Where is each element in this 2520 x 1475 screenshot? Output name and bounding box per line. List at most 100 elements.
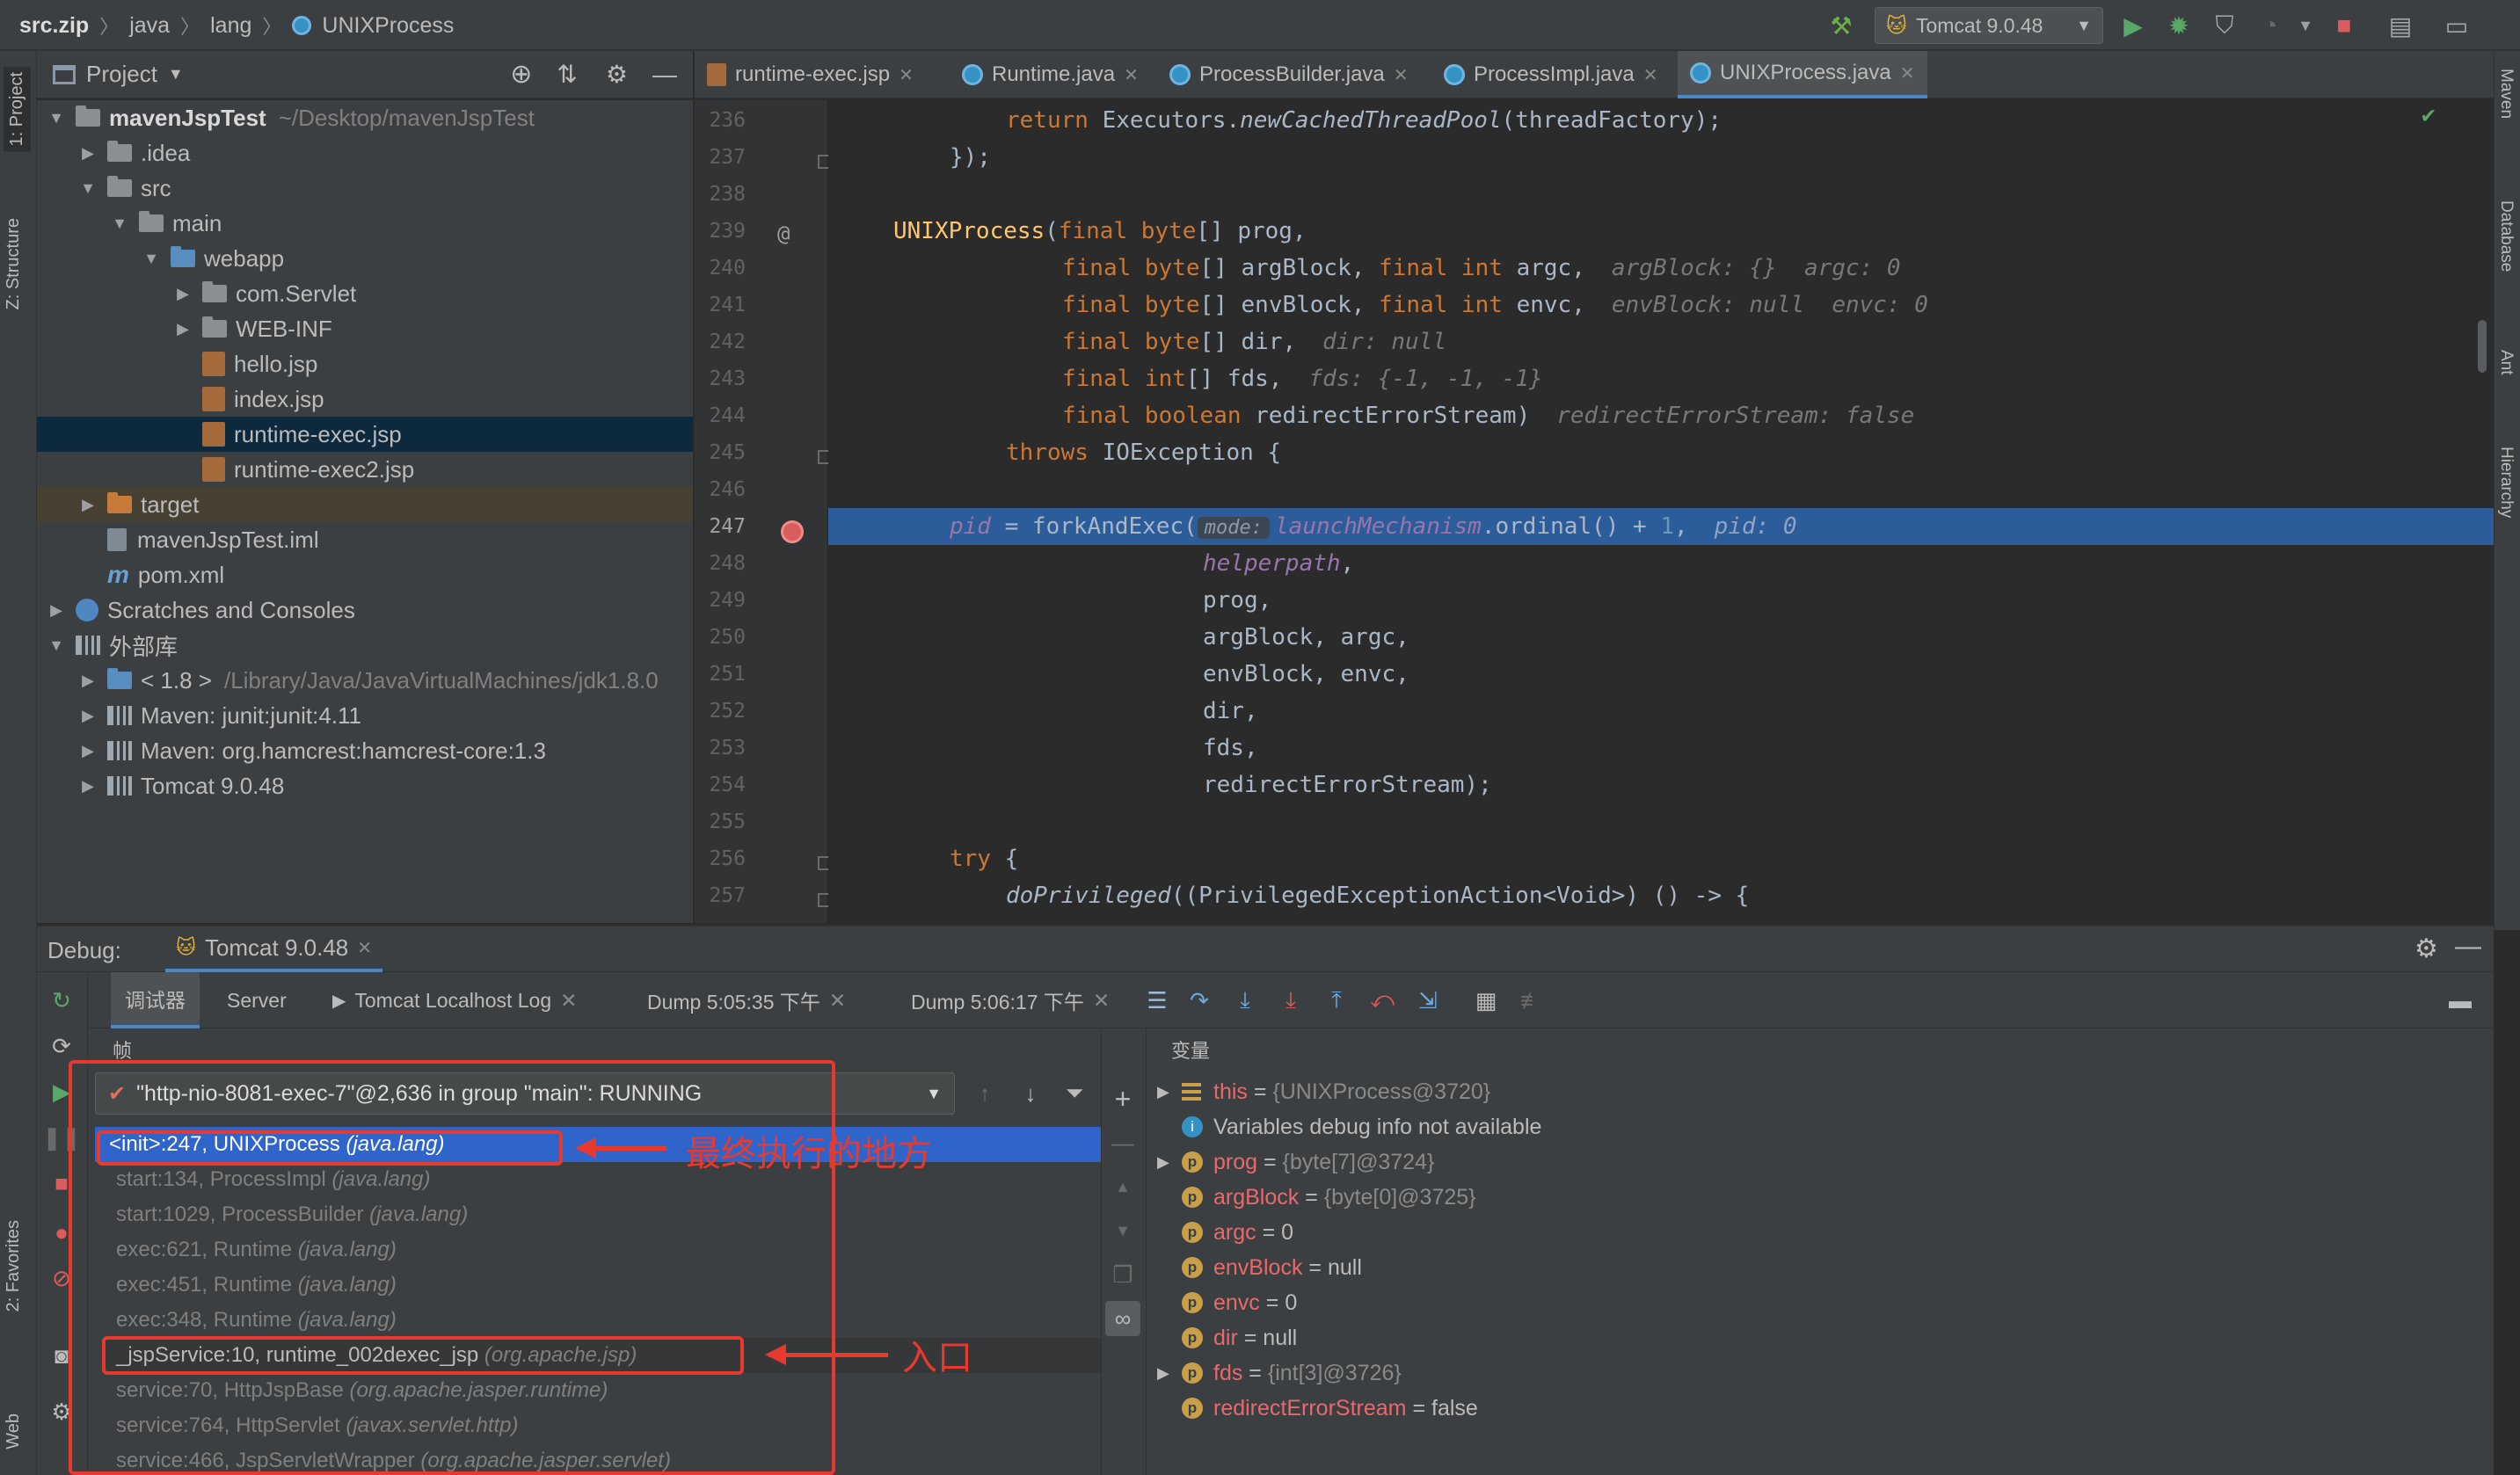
- tab-dump-1[interactable]: Dump 5:05:35 下午 ✕: [635, 972, 858, 1028]
- move-down-icon[interactable]: ▼: [1105, 1213, 1140, 1248]
- collapse-all-icon[interactable]: ⇅: [557, 60, 577, 89]
- filter-icon[interactable]: ⏷: [1057, 1076, 1092, 1111]
- profile-icon[interactable]: ◔: [2251, 7, 2290, 44]
- tree-item-hamcrest[interactable]: ▶ Maven: org.hamcrest:hamcrest-core:1.3: [37, 733, 693, 768]
- close-icon[interactable]: ✕: [1643, 64, 1658, 86]
- variable-row[interactable]: p argc = 0: [1182, 1215, 1293, 1250]
- tab-runtime-exec-jsp[interactable]: runtime-exec.jsp ✕: [695, 51, 926, 98]
- evaluate-expression-icon[interactable]: ▦: [1468, 983, 1504, 1018]
- run-icon[interactable]: ▶: [2114, 7, 2152, 44]
- step-over-icon[interactable]: ↷: [1182, 983, 1217, 1018]
- tree-item-scratches[interactable]: ▶ Scratches and Consoles: [37, 592, 693, 628]
- chevron-down-icon[interactable]: ▼: [168, 65, 184, 84]
- tab-tomcat-localhost-log[interactable]: ▶ Tomcat Localhost Log ✕: [320, 972, 589, 1028]
- tool-tab-database[interactable]: Database: [2496, 200, 2516, 272]
- tab-dump-2[interactable]: Dump 5:06:17 下午 ✕: [899, 972, 1122, 1028]
- tree-item-webapp[interactable]: ▼ webapp: [37, 241, 693, 276]
- tab-processbuilder-java[interactable]: ProcessBuilder.java ✕: [1157, 51, 1421, 98]
- expand-down-icon[interactable]: ▼: [141, 250, 162, 268]
- tab-unixprocess-java[interactable]: UNIXProcess.java ✕: [1678, 51, 1927, 98]
- close-icon[interactable]: ✕: [1124, 64, 1139, 86]
- tool-tab-hierarchy[interactable]: Hierarchy: [2496, 447, 2516, 518]
- inspection-ok-check-icon[interactable]: ✔: [2422, 102, 2436, 128]
- expand-right-icon[interactable]: ▶: [1157, 1364, 1182, 1383]
- variable-row[interactable]: ▶ p prog = {byte[7]@3724}: [1157, 1144, 1434, 1180]
- locate-target-icon[interactable]: ⊕: [510, 59, 532, 90]
- close-icon[interactable]: ✕: [829, 989, 846, 1013]
- debug-bug-icon[interactable]: ✹: [2159, 7, 2198, 44]
- expand-right-icon[interactable]: ▶: [77, 496, 98, 514]
- move-up-icon[interactable]: ▲: [1105, 1169, 1140, 1204]
- drop-frame-icon[interactable]: ⤺: [1365, 983, 1400, 1018]
- expand-down-icon[interactable]: ▼: [77, 179, 98, 198]
- tree-item-junit[interactable]: ▶ Maven: junit:junit:4.11: [37, 698, 693, 733]
- refresh-icon[interactable]: ⟳: [44, 1028, 79, 1064]
- expand-right-icon[interactable]: ▶: [46, 601, 67, 620]
- show-watches-icon[interactable]: ∞: [1105, 1301, 1140, 1336]
- expand-down-icon[interactable]: ▼: [109, 214, 130, 233]
- tree-item-idea[interactable]: ▶ .idea: [37, 135, 693, 171]
- close-icon[interactable]: ✕: [1093, 989, 1110, 1013]
- breakpoint-icon[interactable]: [781, 520, 804, 543]
- build-hammer-icon[interactable]: ⚒: [1822, 7, 1861, 44]
- run-to-cursor-icon[interactable]: ⇲: [1410, 983, 1446, 1018]
- copy-icon[interactable]: ❐: [1105, 1257, 1140, 1292]
- close-icon[interactable]: ✕: [1394, 64, 1409, 86]
- minimize-icon[interactable]: —: [652, 61, 677, 89]
- variable-row[interactable]: p envc = 0: [1182, 1285, 1297, 1320]
- editor-scrollbar-thumb[interactable]: [2478, 320, 2487, 373]
- gear-icon[interactable]: ⚙: [2414, 934, 2438, 964]
- arrow-down-icon[interactable]: ↓: [1013, 1076, 1048, 1111]
- presentation-icon[interactable]: ▭: [2437, 7, 2476, 44]
- tree-item-iml[interactable]: mavenJspTest.iml: [37, 522, 693, 557]
- code-editor[interactable]: return Executors.newCachedThreadPool(thr…: [828, 100, 2494, 923]
- tool-tab-structure[interactable]: Z: Structure: [4, 218, 24, 309]
- arrow-up-icon[interactable]: ↑: [967, 1076, 1002, 1111]
- project-structure-icon[interactable]: ▤: [2381, 7, 2420, 44]
- tree-item-index-jsp[interactable]: index.jsp: [37, 381, 693, 417]
- close-icon[interactable]: ✕: [560, 989, 577, 1013]
- tree-item-hello-jsp[interactable]: hello.jsp: [37, 346, 693, 381]
- tab-server[interactable]: Server: [215, 972, 299, 1028]
- tree-item-jdk[interactable]: ▶ < 1.8 > /Library/Java/JavaVirtualMachi…: [37, 663, 693, 698]
- gear-icon[interactable]: ⚙: [606, 60, 628, 89]
- debug-session-tab[interactable]: 🐱 Tomcat 9.0.48 ✕: [165, 926, 383, 972]
- step-out-icon[interactable]: ⤒: [1319, 983, 1354, 1018]
- tool-tab-ant[interactable]: Ant: [2496, 350, 2516, 375]
- tree-item-runtime-exec2-jsp[interactable]: runtime-exec2.jsp: [37, 452, 693, 487]
- tree-item-external-libs[interactable]: ▼ 外部库: [37, 628, 693, 663]
- variable-row[interactable]: p redirectErrorStream = false: [1182, 1391, 1478, 1426]
- tool-tab-project[interactable]: 1: Project: [4, 67, 31, 152]
- variable-row[interactable]: p envBlock = null: [1182, 1250, 1362, 1285]
- breadcrumb-item[interactable]: java: [129, 13, 170, 39]
- tree-item-root[interactable]: ▼ mavenJspTest ~/Desktop/mavenJspTest: [37, 100, 693, 135]
- expand-right-icon[interactable]: ▶: [77, 777, 98, 796]
- tree-item-main[interactable]: ▼ main: [37, 206, 693, 241]
- expand-right-icon[interactable]: ▶: [77, 672, 98, 690]
- expand-right-icon[interactable]: ▶: [1157, 1153, 1182, 1172]
- expand-right-icon[interactable]: ▶: [77, 742, 98, 760]
- chevron-down-icon[interactable]: ▼: [2286, 7, 2325, 44]
- coverage-icon[interactable]: ⛉: [2205, 7, 2244, 44]
- expand-right-icon[interactable]: ▶: [1157, 1083, 1182, 1101]
- tool-tab-favorites[interactable]: 2: Favorites: [4, 1220, 24, 1312]
- close-icon[interactable]: ✕: [899, 64, 914, 86]
- close-icon[interactable]: ✕: [357, 937, 372, 959]
- expand-right-icon[interactable]: ▶: [77, 707, 98, 725]
- tree-item-runtime-exec-jsp[interactable]: runtime-exec.jsp: [37, 417, 693, 452]
- close-icon[interactable]: ✕: [1900, 62, 1915, 84]
- restore-layout-icon[interactable]: ▬: [2443, 983, 2478, 1018]
- expand-right-icon[interactable]: ▶: [172, 285, 193, 303]
- expand-right-icon[interactable]: ▶: [172, 320, 193, 338]
- variable-row[interactable]: p argBlock = {byte[0]@3725}: [1182, 1180, 1476, 1215]
- tree-item-com-servlet[interactable]: ▶ com.Servlet: [37, 276, 693, 311]
- tool-tab-web[interactable]: Web: [4, 1413, 24, 1450]
- tab-debugger[interactable]: 调试器: [111, 972, 200, 1028]
- add-watch-icon[interactable]: +: [1105, 1081, 1140, 1116]
- tree-item-pom[interactable]: m pom.xml: [37, 557, 693, 592]
- breadcrumb-item[interactable]: src.zip: [19, 13, 89, 39]
- expand-right-icon[interactable]: ▶: [77, 144, 98, 163]
- tab-runtime-java[interactable]: Runtime.java ✕: [950, 51, 1151, 98]
- expand-down-icon[interactable]: ▼: [46, 636, 67, 655]
- tab-processimpl-java[interactable]: ProcessImpl.java ✕: [1431, 51, 1671, 98]
